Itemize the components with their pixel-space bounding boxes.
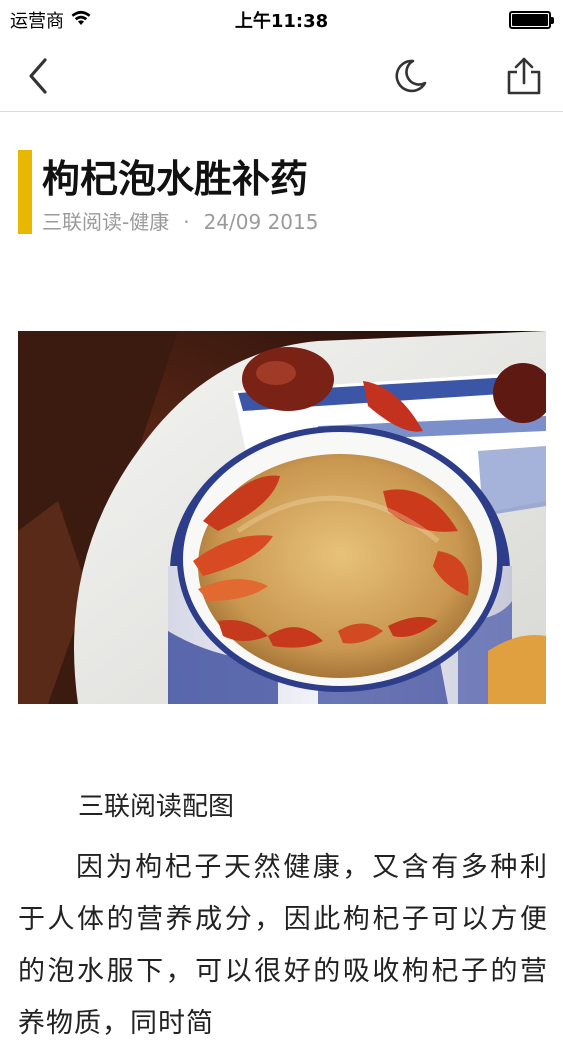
- article-meta: 三联阅读-健康 · 24/09 2015: [42, 206, 318, 235]
- battery-fill: [512, 14, 548, 26]
- goji-tea-photo: [18, 331, 546, 704]
- article-body: 因为枸杞子天然健康，又含有多种利于人体的营养成分，因此枸杞子可以方便的泡水服下，…: [18, 852, 548, 1039]
- moon-icon: [395, 59, 427, 93]
- status-bar: 运营商 上午11:38: [0, 0, 563, 40]
- article-title: 枸杞泡水胜补药: [42, 157, 309, 201]
- battery-icon: [509, 11, 554, 29]
- wifi-icon: [70, 10, 92, 31]
- article-image[interactable]: [18, 331, 546, 704]
- article-source: 三联阅读-健康: [42, 210, 170, 234]
- article-date: 24/09 2015: [203, 210, 319, 234]
- chevron-left-icon: [29, 58, 47, 94]
- image-caption: 三联阅读配图: [78, 792, 235, 822]
- carrier-label: 运营商: [10, 11, 64, 32]
- night-mode-button[interactable]: [388, 54, 432, 98]
- title-accent-bar: [18, 150, 32, 234]
- status-left: 运营商: [10, 7, 92, 33]
- share-button[interactable]: [502, 54, 546, 98]
- share-icon: [507, 57, 541, 95]
- meta-separator: ·: [183, 210, 190, 234]
- nav-bar: [0, 40, 563, 112]
- back-button[interactable]: [16, 54, 60, 98]
